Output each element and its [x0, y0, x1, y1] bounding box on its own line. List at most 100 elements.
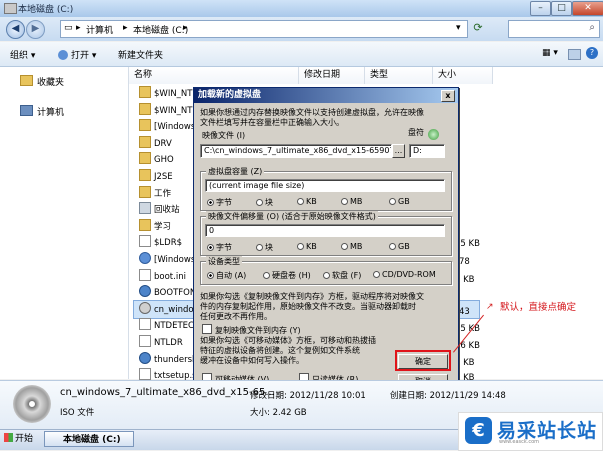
copy-to-memory-checkbox[interactable]: 复制映像文件到内存 (Y) [202, 324, 301, 336]
chevron-down-icon[interactable]: ▾ [456, 23, 461, 33]
start-label: 开始 [15, 434, 34, 444]
details-filetype: ISO 文件 [60, 408, 95, 418]
capacity-unit-gb[interactable]: GB [389, 197, 410, 206]
navigation-pane: 收藏夹 计算机 [0, 67, 129, 379]
file-icon [139, 268, 151, 281]
new-folder-button[interactable]: 新建文件夹 [118, 48, 163, 61]
browse-button[interactable]: ... [392, 144, 405, 158]
minimize-button[interactable]: – [530, 1, 551, 16]
nav-favorites[interactable]: 收藏夹 [20, 75, 64, 88]
copy-help-line2: 件的内存复制起作用，原始映像文件不改变。当驱动器卸载时 [200, 302, 416, 311]
capacity-unit-mb[interactable]: MB [341, 197, 362, 206]
nav-computer[interactable]: 计算机 [20, 105, 64, 118]
details-modified: 修改日期: 2012/11/28 10:01 [250, 391, 366, 401]
start-button[interactable]: 开始 [2, 432, 38, 447]
removable-help-line2: 特征的虚拟设备将创建。这个复例如文件系统 [200, 346, 360, 355]
capacity-group-label: 虚拟盘容量 (Z) [206, 166, 265, 177]
column-header-modified[interactable]: 修改日期 [299, 67, 365, 84]
file-row[interactable]: GHO [139, 152, 174, 165]
file-name: NTLDR [154, 338, 183, 348]
organize-menu[interactable]: 组织 ▾ [10, 48, 35, 61]
highlight-box [395, 350, 451, 371]
details-size: 大小: 2.42 GB [250, 408, 307, 418]
breadcrumb-separator: ▸ [76, 23, 81, 33]
back-button[interactable]: ◀ [6, 20, 25, 39]
breadcrumb-separator: ▸ [123, 23, 128, 33]
capacity-unit-kb[interactable]: KB [297, 197, 317, 206]
file-name: J2SE [154, 172, 173, 182]
logo-mark-icon: € [465, 417, 492, 444]
device-type-cdrom[interactable]: CD/DVD-ROM [373, 270, 436, 279]
recycle-bin-icon [139, 202, 151, 215]
offset-unit-mb[interactable]: MB [341, 242, 362, 251]
dialog-intro-line1: 如果你想通过内存替换映像文件以支持创建虚拟盘，允许在映像 [200, 108, 424, 117]
windows-icon [139, 252, 151, 264]
preview-pane-icon[interactable] [568, 49, 581, 60]
details-filename: cn_windows_7_ultimate_x86_dvd_x15-65... [60, 387, 275, 398]
breadcrumb-computer[interactable]: 计算机 [86, 23, 113, 36]
file-row[interactable]: boot.ini [139, 268, 186, 282]
folder-icon [139, 102, 151, 115]
taskbar-item-drive[interactable]: 本地磁盘 (C:) [44, 431, 134, 447]
search-input[interactable]: ⌕ [508, 20, 600, 38]
address-bar[interactable]: ▭ ▸ 计算机 ▸ 本地磁盘 (C:) ▸ ▾ [60, 20, 468, 38]
view-options-icon[interactable]: ▦ ▾ [542, 48, 558, 58]
file-name: $LDR$ [154, 238, 183, 249]
capacity-input[interactable]: (current image file size) [205, 179, 445, 192]
capacity-unit-bytes[interactable]: 字节 [207, 197, 232, 208]
file-row[interactable]: 工作 [139, 185, 171, 199]
drive-letter-input[interactable]: D: [409, 144, 445, 158]
open-label: 打开 ▾ [71, 51, 97, 61]
star-icon [20, 75, 33, 86]
dialog-intro-line2: 文件栏填写并在容量栏中正确输入大小。 [200, 118, 344, 127]
offset-unit-gb[interactable]: GB [389, 242, 410, 251]
cursor-indicator-icon [428, 129, 439, 140]
window-title: 本地磁盘 (C:) [18, 5, 74, 15]
device-type-floppy[interactable]: 软盘 (F) [323, 270, 361, 281]
iso-icon [139, 301, 151, 314]
annotation-text: 默认，直接点确定 [500, 302, 577, 313]
column-header-size[interactable]: 大小 [433, 67, 493, 84]
open-menu[interactable]: 打开 ▾ [58, 48, 96, 61]
arrow-icon: ↗ [486, 302, 494, 312]
details-created: 创建日期: 2012/11/29 14:48 [390, 391, 506, 401]
refresh-icon[interactable]: ⟳ [470, 20, 486, 36]
file-row[interactable]: 学习 [139, 218, 171, 232]
column-header-name[interactable]: 名称 [129, 67, 299, 84]
window-title-bar[interactable]: 本地磁盘 (C:) – □ ✕ [0, 0, 603, 18]
dialog-title: 加载新的虚拟盘 [194, 88, 458, 103]
offset-input[interactable]: 0 [205, 224, 445, 237]
offset-unit-bytes[interactable]: 字节 [207, 242, 232, 253]
file-row[interactable]: NTLDR [139, 335, 183, 348]
device-type-auto[interactable]: 自动 (A) [207, 270, 246, 281]
file-icon [139, 318, 151, 331]
watermark-logo: € 易采站长站 www.easck.com [458, 412, 603, 451]
offset-unit-blocks[interactable]: 块 [256, 242, 273, 253]
dialog-close-button[interactable]: x [441, 90, 455, 102]
file-row[interactable]: $LDR$ [139, 235, 182, 248]
offset-unit-kb[interactable]: KB [297, 242, 317, 251]
drive-icon [4, 3, 17, 14]
capacity-unit-blocks[interactable]: 块 [256, 197, 273, 208]
file-row[interactable]: 回收站 [139, 202, 180, 215]
file-row[interactable]: J2SE [139, 169, 173, 182]
file-row[interactable]: NTDETECT. [139, 318, 201, 331]
close-button[interactable]: ✕ [572, 1, 603, 16]
removable-help-line3: 缓冲在设备中如何写入操作。 [200, 356, 304, 365]
help-icon[interactable]: ? [586, 47, 598, 59]
maximize-button[interactable]: □ [551, 1, 572, 16]
forward-button[interactable]: ▶ [26, 20, 45, 39]
file-icon [139, 368, 151, 381]
file-name: boot.ini [154, 271, 186, 282]
watermark-url: www.easck.com [499, 439, 540, 445]
device-type-harddisk[interactable]: 硬盘卷 (H) [263, 270, 311, 281]
image-path-input[interactable]: C:\cn_windows_7_ultimate_x86_dvd_x15-659… [200, 144, 392, 158]
file-name: DRV [154, 138, 172, 149]
folder-icon [139, 119, 151, 132]
breadcrumb-drive[interactable]: 本地磁盘 (C:) [133, 23, 188, 36]
file-row[interactable]: DRV [139, 135, 172, 149]
folder-icon [139, 135, 151, 148]
file-icon [139, 235, 151, 248]
computer-icon [20, 105, 33, 116]
column-header-type[interactable]: 类型 [365, 67, 433, 84]
